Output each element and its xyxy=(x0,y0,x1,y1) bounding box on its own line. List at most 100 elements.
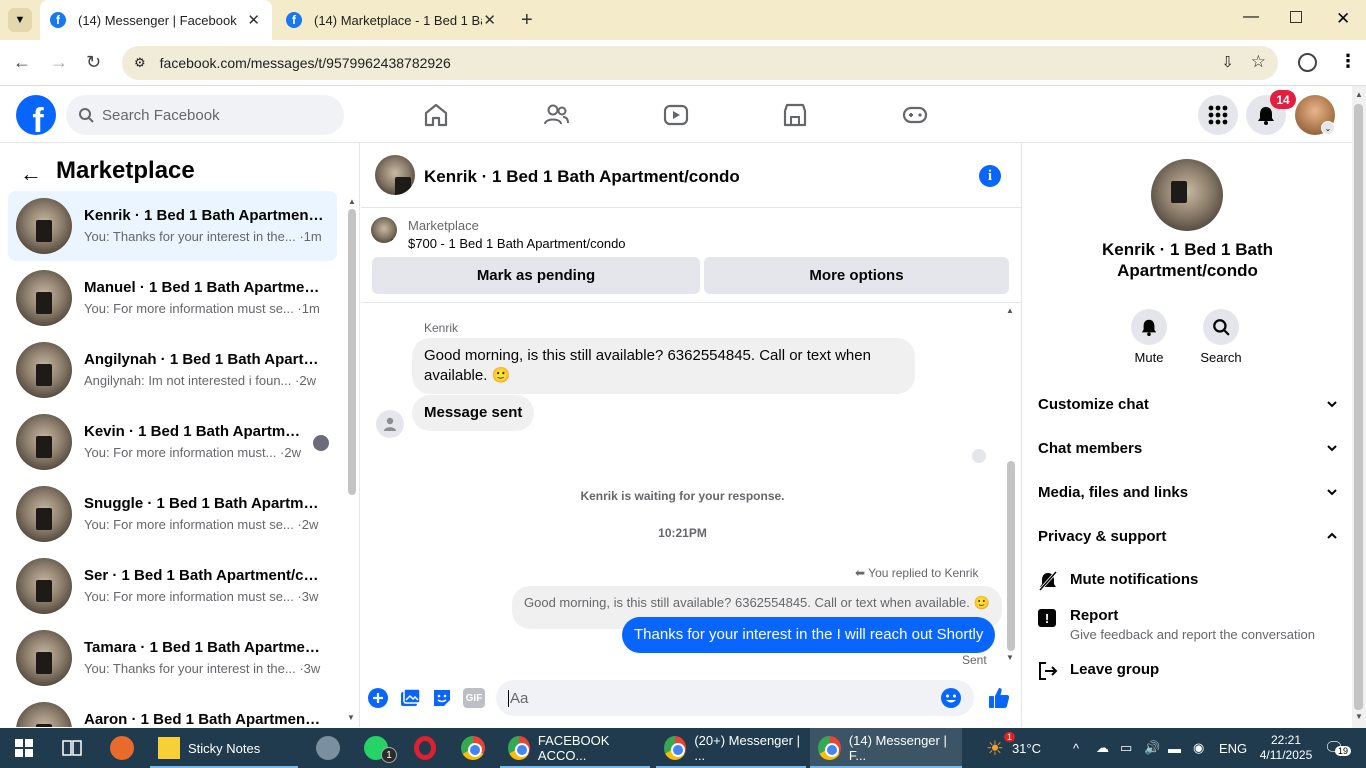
window-close-icon[interactable]: ✕ xyxy=(1336,9,1350,29)
install-app-icon[interactable]: ⇩ xyxy=(1221,53,1234,71)
conversation-item[interactable]: Manuel · 1 Bed 1 Bath Apartment/condo Yo… xyxy=(8,263,337,333)
page-scrollbar-thumb[interactable] xyxy=(1354,104,1363,710)
facebook-logo-icon[interactable]: f xyxy=(16,95,56,135)
sidebar-scrollbar[interactable] xyxy=(348,209,356,495)
site-info-icon[interactable]: ⚙ xyxy=(134,55,146,71)
conversation-name: Ser · 1 Bed 1 Bath Apartment/condo xyxy=(84,567,324,584)
friends-icon[interactable] xyxy=(542,101,570,129)
chat-title[interactable]: Kenrik · 1 Bed 1 Bath Apartment/condo xyxy=(424,167,740,187)
tray-display-icon[interactable]: ▭ xyxy=(1120,728,1132,768)
media-files-links-section[interactable]: Media, files and links xyxy=(1038,484,1338,504)
chat-scrollbar[interactable] xyxy=(1007,461,1015,651)
scroll-down-icon[interactable]: ▼ xyxy=(347,713,355,722)
new-tab-icon[interactable]: + xyxy=(521,9,533,32)
chrome-icon[interactable] xyxy=(461,736,493,760)
details-avatar[interactable] xyxy=(1151,159,1223,231)
chat-members-section[interactable]: Chat members xyxy=(1038,440,1338,460)
taskbar-chrome-window-active[interactable]: (14) Messenger | F... xyxy=(810,728,962,768)
bookmark-star-icon[interactable]: ☆ xyxy=(1251,52,1266,72)
listing-thumbnail[interactable] xyxy=(371,217,397,243)
sender-avatar[interactable] xyxy=(376,410,404,438)
photo-icon[interactable] xyxy=(399,687,421,709)
more-options-button[interactable]: More options xyxy=(704,257,1009,294)
tray-show-hidden-icon[interactable]: ^ xyxy=(1073,728,1079,768)
page-scrollbar-track[interactable]: ▲ ▼ xyxy=(1352,86,1366,728)
reload-icon[interactable]: ↻ xyxy=(86,52,101,73)
task-view-icon[interactable] xyxy=(62,739,82,757)
menu-grid-button[interactable] xyxy=(1198,95,1238,135)
scroll-up-icon[interactable]: ▲ xyxy=(1006,306,1014,315)
search-icon xyxy=(1213,319,1230,336)
conversation-item[interactable]: Kevin · 1 Bed 1 Bath Apartment/condo You… xyxy=(8,407,337,477)
report-item[interactable]: ! Report Give feedback and report the co… xyxy=(1038,607,1338,647)
conversation-item[interactable]: Kenrik · 1 Bed 1 Bath Apartment/condo Yo… xyxy=(8,191,337,261)
scroll-up-icon[interactable]: ▲ xyxy=(348,197,356,206)
taskbar-sticky-notes[interactable]: Sticky Notes xyxy=(150,728,298,768)
system-clock[interactable]: 22:21 4/11/2025 xyxy=(1258,728,1314,768)
tray-camera-icon[interactable]: ◉ xyxy=(1193,728,1204,768)
outgoing-message[interactable]: Thanks for your interest in the I will r… xyxy=(622,617,996,653)
chat-avatar[interactable] xyxy=(375,155,415,195)
conversation-item[interactable]: Tamara · 1 Bed 1 Bath Apartment/condo Yo… xyxy=(8,623,337,693)
emoji-icon[interactable] xyxy=(940,687,962,709)
customize-chat-section[interactable]: Customize chat xyxy=(1038,396,1338,416)
marketplace-icon[interactable] xyxy=(781,101,809,129)
mark-as-pending-button[interactable]: Mark as pending xyxy=(372,257,700,294)
tray-volume-icon[interactable]: 🔊 xyxy=(1144,728,1160,768)
notification-center-icon[interactable]: 🗨 19 xyxy=(1324,728,1352,768)
taskbar-chrome-window[interactable]: (20+) Messenger | ... xyxy=(656,728,806,768)
back-icon[interactable]: ← xyxy=(13,52,31,73)
opera-icon[interactable] xyxy=(414,736,436,760)
home-icon[interactable] xyxy=(422,101,450,129)
taskbar-chrome-window[interactable]: FACEBOOK ACCO... xyxy=(500,728,650,768)
app-icon[interactable] xyxy=(110,736,134,760)
weather-widget[interactable]: ☀ 1 31°C xyxy=(986,728,1041,768)
scroll-down-icon[interactable]: ▼ xyxy=(1006,653,1014,662)
profile-icon[interactable] xyxy=(1298,53,1317,72)
mute-button[interactable]: Mute xyxy=(1119,309,1179,365)
gif-icon[interactable]: GIF xyxy=(463,688,485,708)
restore-icon[interactable] xyxy=(1290,11,1302,23)
incoming-message[interactable]: Good morning, is this still available? 6… xyxy=(412,338,915,394)
like-thumb-icon[interactable] xyxy=(987,686,1011,710)
video-icon[interactable] xyxy=(662,101,690,129)
report-label: Report xyxy=(1070,607,1119,624)
windows-start-icon[interactable] xyxy=(15,739,33,757)
app-icon[interactable] xyxy=(316,736,340,760)
conversation-item[interactable]: Aaron · 1 Bed 1 Bath Apartment/condo xyxy=(8,695,337,727)
minimize-icon[interactable]: — xyxy=(1243,8,1259,26)
listing-thumbnail xyxy=(16,702,72,727)
close-tab-icon[interactable]: ✕ xyxy=(483,11,496,29)
info-icon[interactable]: i xyxy=(979,165,1001,187)
reply-indicator: ⬅ You replied to Kenrik xyxy=(855,566,978,580)
conversation-snippet: Angilynah: Im not interested i foun... ·… xyxy=(84,373,316,388)
scroll-down-icon[interactable]: ▼ xyxy=(1355,712,1363,721)
account-chevron-icon[interactable]: ⌄ xyxy=(1321,121,1335,135)
message-input[interactable]: Aa xyxy=(496,680,974,716)
tab-messenger[interactable]: f (14) Messenger | Facebook ✕ xyxy=(40,0,272,40)
tab-search-button[interactable]: ▼ xyxy=(8,8,32,32)
scroll-up-icon[interactable]: ▲ xyxy=(1355,90,1363,99)
listing-title[interactable]: $700 - 1 Bed 1 Bath Apartment/condo xyxy=(408,236,626,251)
incoming-message[interactable]: Message sent xyxy=(412,395,535,431)
forward-icon[interactable]: → xyxy=(50,52,68,73)
privacy-support-section[interactable]: Privacy & support xyxy=(1038,528,1338,548)
conversation-item[interactable]: Snuggle · 1 Bed 1 Bath Apartment/condo Y… xyxy=(8,479,337,549)
tray-battery-icon[interactable]: ▬ xyxy=(1168,728,1181,768)
conversation-item[interactable]: Angilynah · 1 Bed 1 Bath Apartment/condo… xyxy=(8,335,337,405)
input-language[interactable]: ENG xyxy=(1219,728,1247,768)
close-tab-icon[interactable]: ✕ xyxy=(247,11,260,29)
tray-network-icon[interactable]: ☁ xyxy=(1096,728,1109,768)
search-conversation-button[interactable]: Search xyxy=(1191,309,1251,365)
taskbar-app-label: FACEBOOK ACCO... xyxy=(537,733,610,763)
menu-dots-icon[interactable]: ⋮ xyxy=(1339,51,1357,72)
sticker-icon[interactable] xyxy=(431,687,453,709)
conversation-item[interactable]: Ser · 1 Bed 1 Bath Apartment/condo You: … xyxy=(8,551,337,621)
address-bar[interactable]: ⚙ facebook.com/messages/t/95799624387829… xyxy=(122,46,1278,80)
gaming-icon[interactable] xyxy=(901,101,929,129)
tab-marketplace[interactable]: f (14) Marketplace - 1 Bed 1 Bath ✕ xyxy=(276,0,508,40)
message-timestamp: 10:21PM xyxy=(658,526,707,540)
search-input[interactable]: Search Facebook xyxy=(66,95,344,135)
plus-circle-icon[interactable] xyxy=(367,687,389,709)
back-arrow-icon[interactable]: ← xyxy=(20,161,42,187)
